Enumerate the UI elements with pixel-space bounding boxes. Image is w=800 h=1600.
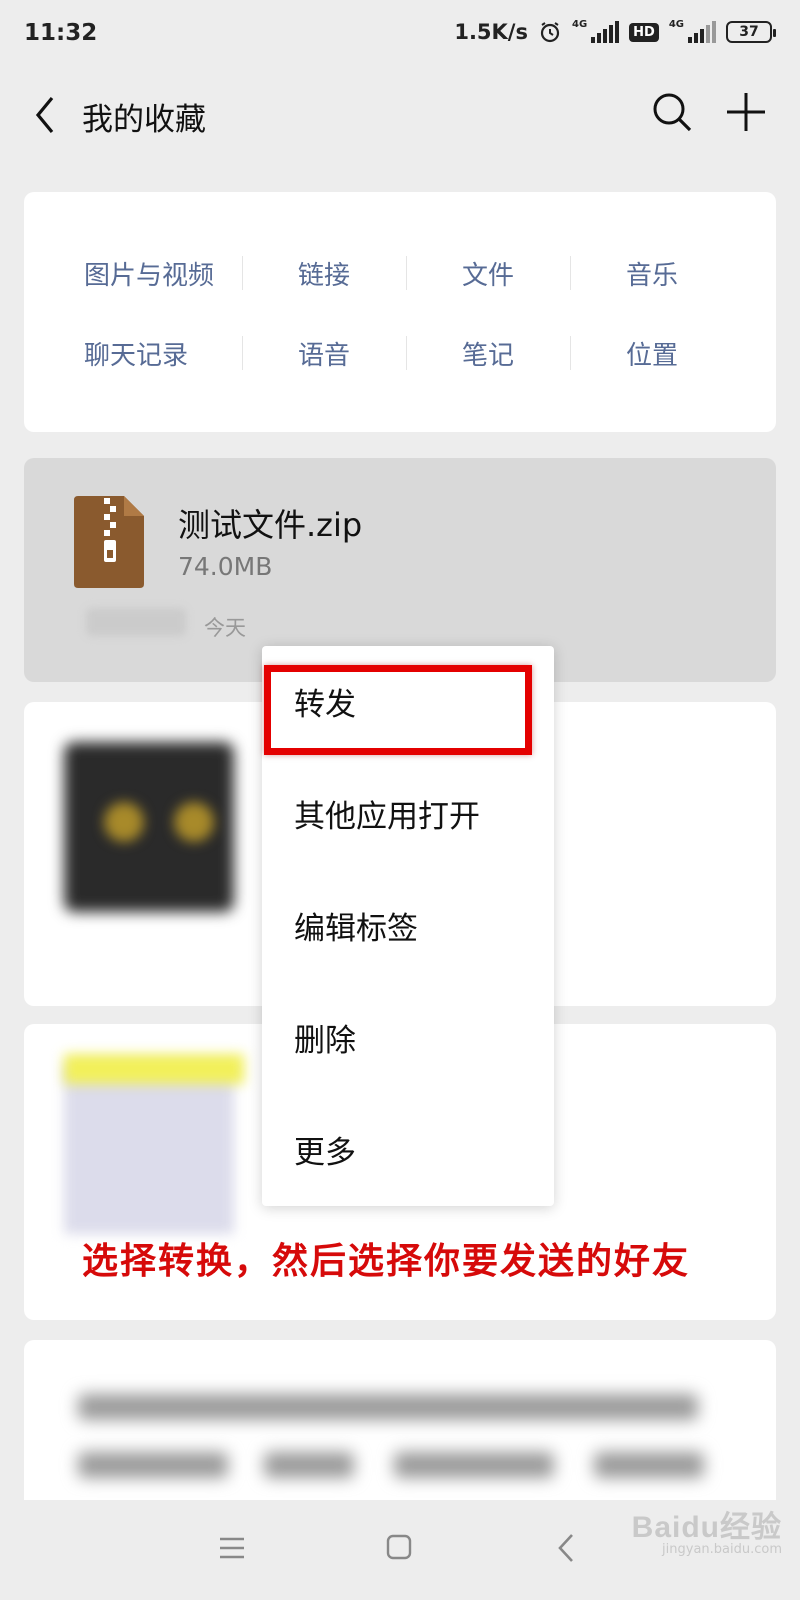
page-title: 我的收藏 [82,102,206,138]
category-card: 图片与视频 链接 文件 音乐 聊天记录 语音 笔记 位置 [24,192,776,432]
blurred-detail [104,802,144,842]
menu-icon[interactable] [218,1536,246,1560]
favorite-text-item[interactable] [24,1340,776,1510]
blurred-text [394,1452,554,1478]
zip-file-icon [74,496,144,588]
category-links[interactable]: 链接 [242,248,406,298]
file-size: 74.0MB [178,552,273,581]
status-time: 11:32 [24,20,98,46]
blurred-text [78,1452,228,1478]
signal-label-1: 4G [571,18,588,30]
menu-item-more[interactable]: 更多 [262,1094,554,1204]
hd-icon: HD [629,22,659,42]
back-icon[interactable] [28,92,68,138]
signal-label-2: 4G [668,18,684,30]
blurred-detail [174,802,214,842]
header: 我的收藏 [0,70,800,160]
battery-level: 37 [739,24,759,40]
category-chat-history[interactable]: 聊天记录 [24,328,242,378]
blurred-text [78,1394,698,1420]
category-row: 聊天记录 语音 笔记 位置 [24,328,776,378]
back-icon[interactable] [556,1532,576,1564]
search-icon[interactable] [650,90,694,134]
category-files[interactable]: 文件 [406,248,570,298]
category-location[interactable]: 位置 [570,328,734,378]
category-photos-videos[interactable]: 图片与视频 [24,248,242,298]
menu-item-delete[interactable]: 删除 [262,982,554,1092]
category-voice[interactable]: 语音 [242,328,406,378]
battery-icon: 37 [726,21,776,43]
file-date: 今天 [204,616,246,640]
status-icons: 1.5K/s 4G HD 4G 37 [454,18,776,44]
instruction-annotation: 选择转换，然后选择你要发送的好友 [82,1240,691,1282]
signal-icon [591,21,620,43]
blurred-thumbnail [64,1064,234,1234]
menu-item-edit-tags[interactable]: 编辑标签 [262,870,554,980]
category-notes[interactable]: 笔记 [406,328,570,378]
highlight-box [264,665,532,755]
blurred-text [264,1452,354,1478]
category-row: 图片与视频 链接 文件 音乐 [24,248,776,298]
blurred-highlight [64,1054,244,1084]
status-bar: 11:32 1.5K/s 4G HD 4G 37 [0,0,800,70]
file-name: 测试文件.zip [178,506,363,544]
alarm-icon [540,22,560,43]
watermark-brand: Baidu经验 [631,1511,782,1544]
home-icon[interactable] [386,1534,412,1560]
menu-item-open-with[interactable]: 其他应用打开 [262,758,554,868]
blurred-source-name [86,608,186,636]
category-music[interactable]: 音乐 [570,248,734,298]
blurred-text [594,1452,704,1478]
add-icon[interactable] [724,90,768,134]
watermark: Baidu经验 jingyan.baidu.com [632,1502,782,1557]
signal-icon [688,21,716,43]
network-speed: 1.5K/s [454,20,528,44]
